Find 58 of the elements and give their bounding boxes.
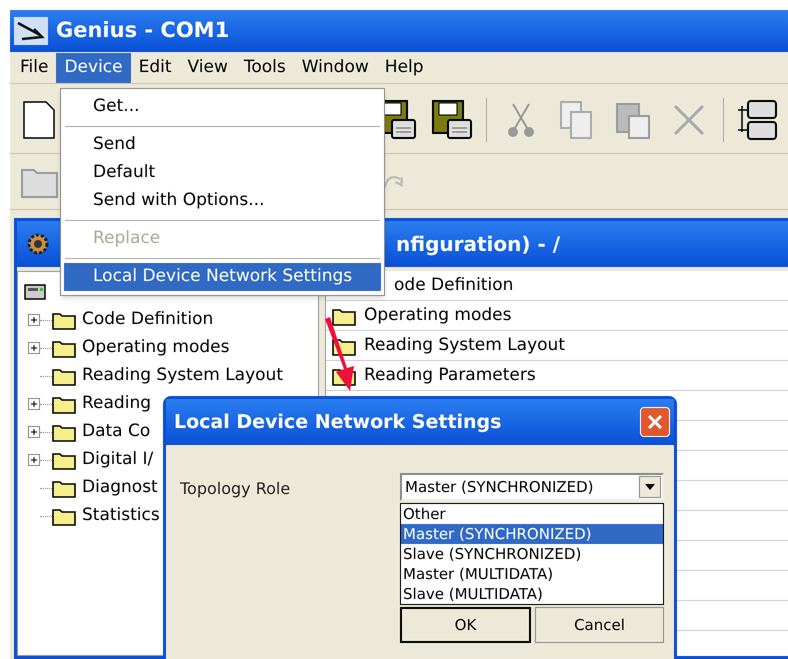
menu-item[interactable]: Device <box>56 52 131 82</box>
folder-icon <box>52 478 76 498</box>
dropdown-button[interactable] <box>639 476 661 498</box>
gear-icon <box>25 231 51 257</box>
folder-icon <box>52 366 76 386</box>
tree-item[interactable]: Code Definition <box>82 307 214 333</box>
menu-item[interactable]: Tools <box>236 52 294 82</box>
dropdown-option[interactable]: Other <box>401 504 663 524</box>
expand-plus-icon[interactable] <box>28 398 40 410</box>
field-label: Topology Role <box>180 478 292 500</box>
child-window-title: nfiguration) - / <box>396 231 560 258</box>
folder-icon <box>52 450 76 470</box>
dropdown-option[interactable]: Slave (SYNCHRONIZED) <box>401 544 663 564</box>
menu-entry[interactable]: Send <box>64 131 381 159</box>
pen-logo-icon <box>14 17 48 45</box>
menu-item[interactable]: Window <box>294 52 377 82</box>
tree-item[interactable]: Operating modes <box>82 335 230 361</box>
list-item[interactable]: Reading System Layout <box>364 332 565 358</box>
device-stack-icon[interactable] <box>736 98 780 142</box>
expand-plus-icon[interactable] <box>28 454 40 466</box>
dialog-button[interactable]: Cancel <box>535 607 664 643</box>
tree-item[interactable]: Reading System Layout <box>82 363 283 389</box>
expand-plus-icon[interactable] <box>28 342 40 354</box>
close-icon <box>647 414 663 430</box>
save-print-icon[interactable] <box>430 98 474 142</box>
menu-entry[interactable]: Local Device Network Settings <box>64 263 381 291</box>
dialog-button[interactable]: OK <box>400 607 531 643</box>
folder-icon <box>52 506 76 526</box>
expand-plus-icon[interactable] <box>28 314 40 326</box>
menu-item[interactable]: View <box>180 52 236 82</box>
folder-icon <box>52 394 76 414</box>
folder-icon <box>52 310 76 330</box>
tree-item[interactable]: Data Co <box>82 419 150 445</box>
window-title: Genius - COM1 <box>56 17 230 44</box>
menu-entry[interactable]: Get... <box>64 93 381 121</box>
menu-item[interactable]: File <box>12 52 56 82</box>
dropdown-option[interactable]: Slave (MULTIDATA) <box>401 584 663 604</box>
tree-item[interactable]: Reading <box>82 391 152 417</box>
dropdown-option[interactable]: Master (MULTIDATA) <box>401 564 663 584</box>
close-button[interactable] <box>640 407 670 437</box>
menu-item[interactable]: Help <box>376 52 432 82</box>
expand-plus-icon[interactable] <box>28 426 40 438</box>
tree-item[interactable]: Diagnost <box>82 475 158 501</box>
tree-item[interactable]: Statistics <box>82 503 160 529</box>
device-icon <box>24 284 46 300</box>
list-item[interactable]: ode Definition <box>394 272 514 298</box>
caret-icon <box>645 484 655 490</box>
menu-item[interactable]: Edit <box>130 52 180 82</box>
folder-icon <box>52 422 76 442</box>
tree-item[interactable]: Digital I/ <box>82 447 154 473</box>
topology-dropdown[interactable]: Master (SYNCHRONIZED) <box>400 473 664 501</box>
menu-entry[interactable]: Send with Options... <box>64 187 381 215</box>
folder-icon <box>52 338 76 358</box>
list-item[interactable]: Operating modes <box>364 302 512 328</box>
dropdown-option[interactable]: Master (SYNCHRONIZED) <box>401 524 663 544</box>
menu-entry[interactable]: Default <box>64 159 381 187</box>
list-item[interactable]: Reading Parameters <box>364 362 536 388</box>
dialog-title: Local Device Network Settings <box>174 410 502 435</box>
